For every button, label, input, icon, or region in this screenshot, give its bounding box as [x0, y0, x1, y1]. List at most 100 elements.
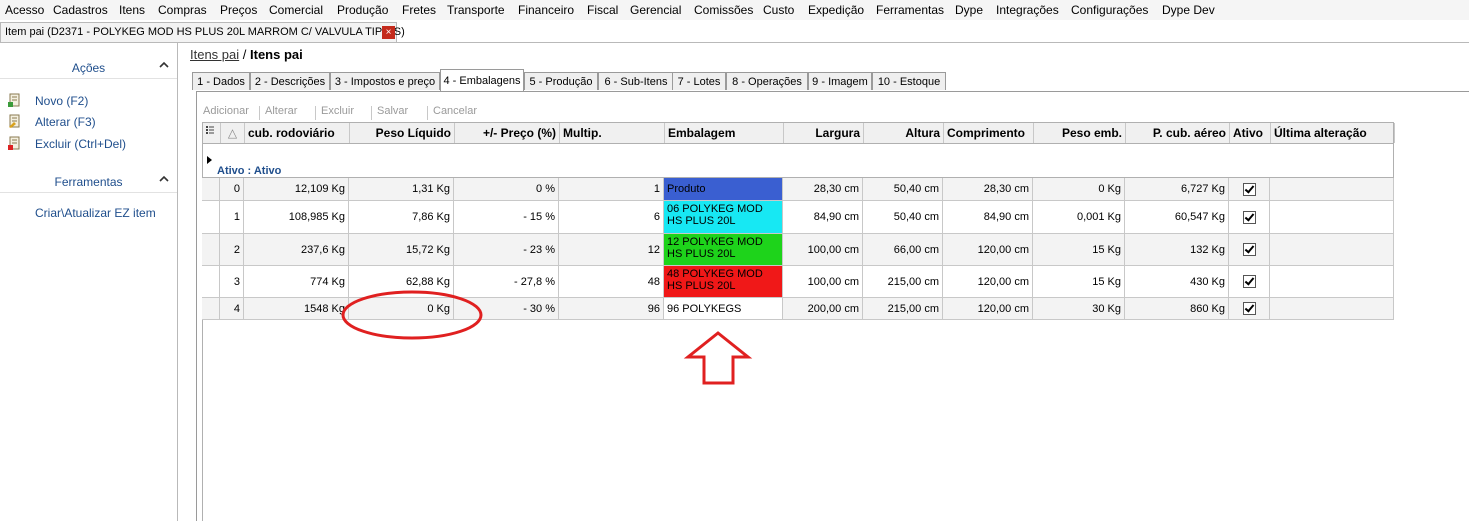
ult-cell: [1270, 178, 1394, 200]
menu-item-6[interactable]: Produção: [337, 3, 388, 17]
column-header-cub-rodoviario[interactable]: cub. rodoviário: [245, 123, 350, 143]
menu-item-2[interactable]: Itens: [119, 3, 145, 17]
document-tab[interactable]: Item pai (D2371 - POLYKEG MOD HS PLUS 20…: [0, 22, 405, 42]
tab-5[interactable]: 5 - Produção: [524, 72, 598, 90]
tab-6[interactable]: 6 - Sub-Itens: [598, 72, 674, 90]
checkbox-checked-icon[interactable]: [1242, 182, 1256, 196]
tab-10[interactable]: 10 - Estoque: [872, 72, 946, 90]
actions-section-header[interactable]: Ações: [0, 56, 177, 79]
toolbar-button-0[interactable]: Adicionar: [203, 105, 249, 117]
menu-item-7[interactable]: Fretes: [402, 3, 436, 17]
tab-3[interactable]: 3 - Impostos e preço: [330, 72, 440, 90]
tab-7[interactable]: 7 - Lotes: [672, 72, 726, 90]
menu-item-0[interactable]: Acesso: [5, 3, 44, 17]
sidebar-item-label: Alterar (F3): [35, 115, 96, 129]
menu-item-19[interactable]: Dype Dev: [1162, 3, 1215, 17]
column-header-peso-emb[interactable]: Peso emb.: [1034, 123, 1126, 143]
preco-cell: - 27,8 %: [454, 266, 559, 297]
tab-4[interactable]: 4 - Embalagens: [440, 69, 524, 91]
column-chooser-icon[interactable]: [206, 125, 216, 137]
menu-item-8[interactable]: Transporte: [447, 3, 505, 17]
column-header-preco[interactable]: +/- Preço (%): [455, 123, 560, 143]
breadcrumb-separator: /: [239, 47, 250, 62]
cub-cell: 12,109 Kg: [244, 178, 349, 200]
menu-item-15[interactable]: Ferramentas: [876, 3, 944, 17]
edit-document-icon: [9, 114, 20, 128]
menu-item-14[interactable]: Expedição: [808, 3, 864, 17]
menu-item-16[interactable]: Dype: [955, 3, 983, 17]
toolbar-button-1[interactable]: Alterar: [265, 105, 297, 117]
checkbox-checked-icon[interactable]: [1242, 210, 1256, 224]
checkbox-checked-icon[interactable]: [1242, 302, 1256, 315]
column-header-ultima-alteracao[interactable]: Última alteração: [1271, 123, 1395, 143]
table-row[interactable]: 3 774 Kg 62,88 Kg - 27,8 % 48 48 POLYKEG MOD …: [202, 266, 1394, 298]
chevron-up-icon[interactable]: [159, 174, 169, 184]
sidebar-item-create-ez[interactable]: Criar\Atualizar EZ item: [35, 206, 156, 224]
row-indicator-icon: [207, 156, 212, 164]
table-row[interactable]: 1 108,985 Kg 7,86 Kg - 15 % 6 06 POLYKEG MOD …: [202, 201, 1394, 234]
pemb-cell: 0,001 Kg: [1033, 201, 1125, 233]
idx-cell: 4: [220, 298, 244, 319]
column-header-ativo[interactable]: Ativo: [1230, 123, 1271, 143]
ativo-checkbox[interactable]: [1229, 266, 1270, 297]
menu-item-9[interactable]: Financeiro: [518, 3, 574, 17]
ativo-checkbox[interactable]: [1229, 234, 1270, 265]
toolbar-button-2[interactable]: Excluir: [321, 105, 354, 117]
menu-item-5[interactable]: Comercial: [269, 3, 323, 17]
larg-cell: 84,90 cm: [783, 201, 863, 233]
menu-item-13[interactable]: Custo: [763, 3, 794, 17]
chevron-up-icon[interactable]: [159, 60, 169, 70]
tab-2[interactable]: 2 - Descrições: [250, 72, 330, 90]
group-row[interactable]: Ativo : Ativo: [202, 144, 1394, 178]
comp-cell: 120,00 cm: [943, 266, 1033, 297]
breadcrumb: Itens pai / Itens pai: [190, 47, 303, 62]
breadcrumb-link[interactable]: Itens pai: [190, 47, 239, 62]
ativo-checkbox[interactable]: [1229, 298, 1270, 319]
column-header-multip[interactable]: Multip.: [560, 123, 665, 143]
tab-9[interactable]: 9 - Imagem: [808, 72, 872, 90]
alt-cell: 50,40 cm: [863, 201, 943, 233]
alt-cell: 66,00 cm: [863, 234, 943, 265]
tab-8[interactable]: 8 - Operações: [726, 72, 808, 90]
table-row[interactable]: 4 1548 Kg 0 Kg - 30 % 96 96 POLYKEGS 200,00 cm…: [202, 298, 1394, 320]
column-header-row-selector[interactable]: [203, 123, 221, 143]
aereo-cell: 60,547 Kg: [1125, 201, 1229, 233]
checkbox-checked-icon[interactable]: [1242, 275, 1256, 288]
table-row[interactable]: 0 12,109 Kg 1,31 Kg 0 % 1 Produto 28,30 cm 50,4…: [202, 178, 1394, 201]
menu-item-11[interactable]: Gerencial: [630, 3, 681, 17]
toolbar-separator: [427, 106, 428, 120]
menu-item-18[interactable]: Configurações: [1071, 3, 1148, 17]
menu-item-17[interactable]: Integrações: [996, 3, 1059, 17]
menu-item-1[interactable]: Cadastros: [53, 3, 108, 17]
ult-cell: [1270, 266, 1394, 297]
toolbar-button-4[interactable]: Cancelar: [433, 105, 477, 117]
ativo-checkbox[interactable]: [1229, 201, 1270, 233]
close-icon[interactable]: ×: [382, 26, 395, 39]
column-header-p-cub-aereo[interactable]: P. cub. aéreo: [1126, 123, 1230, 143]
column-header-embalagem[interactable]: Embalagem: [665, 123, 784, 143]
table-row[interactable]: 2 237,6 Kg 15,72 Kg - 23 % 12 12 POLYKEG MOD …: [202, 234, 1394, 266]
menu-item-12[interactable]: Comissões: [694, 3, 753, 17]
mult-cell: 1: [559, 178, 664, 200]
checkbox-checked-icon[interactable]: [1242, 243, 1256, 256]
tools-section-header[interactable]: Ferramentas: [0, 170, 177, 193]
ult-cell: [1270, 201, 1394, 233]
pemb-cell: 15 Kg: [1033, 234, 1125, 265]
column-header-largura[interactable]: Largura: [784, 123, 864, 143]
menu-item-4[interactable]: Preços: [220, 3, 257, 17]
menu-item-3[interactable]: Compras: [158, 3, 207, 17]
menu-bar: Acesso Cadastros Itens Compras Preços Comerci…: [0, 0, 1469, 20]
menu-item-10[interactable]: Fiscal: [587, 3, 618, 17]
ativo-checkbox[interactable]: [1229, 178, 1270, 200]
comp-cell: 84,90 cm: [943, 201, 1033, 233]
sidebar-item-label: Excluir (Ctrl+Del): [35, 137, 127, 151]
toolbar-button-3[interactable]: Salvar: [377, 105, 408, 117]
tab-1[interactable]: 1 - Dados: [192, 72, 250, 90]
comp-cell: 28,30 cm: [943, 178, 1033, 200]
column-header-comprimento[interactable]: Comprimento: [944, 123, 1034, 143]
column-header-sort[interactable]: △: [221, 123, 245, 143]
column-header-peso-liquido[interactable]: Peso Líquido: [350, 123, 455, 143]
comp-cell: 120,00 cm: [943, 234, 1033, 265]
column-header-altura[interactable]: Altura: [864, 123, 944, 143]
cub-cell: 108,985 Kg: [244, 201, 349, 233]
